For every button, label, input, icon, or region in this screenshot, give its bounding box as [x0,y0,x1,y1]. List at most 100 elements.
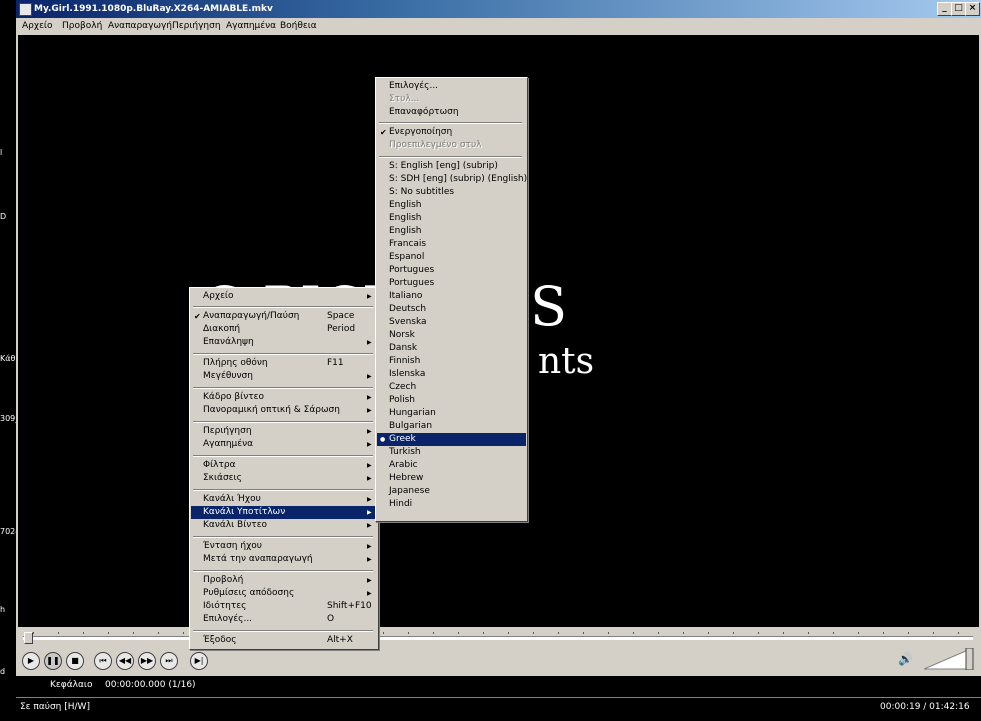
subtitle-menu-item[interactable]: Bulgarian [377,420,526,433]
play-icon[interactable]: ▶ [22,652,40,670]
context-menu-item[interactable]: Περιήγηση ▶ [191,425,377,438]
context-menu-item[interactable]: Αγαπημένα ▶ [191,438,377,451]
context-menu-item[interactable]: Έξοδος Alt+X [191,634,377,647]
context-menu-item[interactable]: ✔ Αναπαραγωγή/Παύση Space [191,310,377,323]
subtitle-menu-item[interactable]: Italiano [377,290,526,303]
context-menu-item-label: Πανοραμική οπτική & Σάρωση [203,405,340,415]
submenu-arrow-icon: ▶ [367,441,372,448]
volume-slider[interactable] [924,648,974,670]
context-menu-item[interactable]: Μετά την αναπαραγωγή ▶ [191,553,377,566]
subtitle-menu-item[interactable]: Hungarian [377,407,526,420]
subtitle-menu-item[interactable]: Polish [377,394,526,407]
pause-icon[interactable]: ❚❚ [44,652,62,670]
seek-track[interactable] [23,636,973,640]
title-bar[interactable]: My.Girl.1991.1080p.BluRay.X264-AMIABLE.m… [16,0,981,18]
subtitle-menu-item[interactable]: Επαναφόρτωση [377,106,526,119]
subtitle-menu-item[interactable]: English [377,225,526,238]
close-button[interactable]: × [965,2,980,16]
menu-file[interactable]: Αρχείο [22,21,53,31]
subtitle-menu-item[interactable]: Islenska [377,368,526,381]
subtitle-menu-item[interactable]: Norsk [377,329,526,342]
context-menu-item[interactable]: Αρχείο ▶ [191,290,377,303]
subtitle-menu-item[interactable]: Deutsch [377,303,526,316]
subtitle-menu-item[interactable]: Espanol [377,251,526,264]
context-menu-item[interactable]: Φίλτρα ▶ [191,459,377,472]
context-menu-item-shortcut: Period [327,324,356,334]
subtitle-menu-item-label: Στυλ... [389,94,420,104]
subtitle-menu-item[interactable]: Czech [377,381,526,394]
menu-view[interactable]: Προβολή [62,21,102,31]
context-menu: Αρχείο ▶ ✔ Αναπαραγωγή/Παύση Space Διακοπή Per… [189,287,379,650]
context-menu-item[interactable]: Ρυθμίσεις απόδοσης ▶ [191,587,377,600]
rewind-icon[interactable]: ◀◀ [116,652,134,670]
strip-text: h [0,605,6,614]
seek-thumb[interactable] [24,632,33,644]
time-display: 00:00:19 / 01:42:16 [880,702,970,712]
subtitle-menu-item-label: Προεπιλεγμένο στυλ [389,140,482,150]
subtitle-menu-item[interactable]: ✔ Ενεργοποίηση [377,126,526,139]
context-menu-item[interactable]: Πλήρης οθόνη F11 [191,357,377,370]
strip-text: l [0,148,3,157]
subtitle-menu-item[interactable]: English [377,199,526,212]
context-menu-item[interactable]: Ιδιότητες Shift+F10 [191,600,377,613]
app-icon[interactable] [19,3,32,16]
subtitle-menu-item[interactable]: Hebrew [377,472,526,485]
status-bar: Σε παύση [H/W] 00:00:19 / 01:42:16 [16,697,981,721]
subtitle-menu-item[interactable]: Portugues [377,264,526,277]
menu-navigate[interactable]: Περιήγηση [172,21,221,31]
subtitle-menu-item[interactable]: ● Greek [377,433,526,446]
subtitle-menu-item-label: Επαναφόρτωση [389,107,459,117]
subtitle-menu-item[interactable]: Portugues [377,277,526,290]
seek-tick [158,632,159,634]
subtitle-menu-item[interactable]: Επιλογές... [377,80,526,93]
context-menu-item-label: Σκιάσεις [203,473,242,483]
context-menu-item[interactable]: Διακοπή Period [191,323,377,336]
context-menu-item[interactable]: Επανάληψη ▶ [191,336,377,349]
volume-thumb[interactable] [965,648,974,670]
context-menu-item[interactable]: Κανάλι Ήχου ▶ [191,493,377,506]
seek-tick [808,632,809,634]
subtitle-menu-item[interactable]: Finnish [377,355,526,368]
subtitle-menu-item[interactable]: English [377,212,526,225]
next-icon[interactable]: ⏭ [160,652,178,670]
maximize-button[interactable]: □ [951,2,966,16]
minimize-button[interactable]: _ [937,2,952,16]
subtitle-menu-item-label: Portugues [389,278,435,288]
previous-icon[interactable]: ⏮ [94,652,112,670]
context-menu-item[interactable]: Επιλογές... O [191,613,377,626]
subtitle-menu-item[interactable]: Francais [377,238,526,251]
subtitle-menu-item[interactable]: Japanese [377,485,526,498]
context-menu-item-label: Πλήρης οθόνη [203,358,268,368]
context-menu-item[interactable]: Μεγέθυνση ▶ [191,370,377,383]
forward-icon[interactable]: ▶▶ [138,652,156,670]
context-menu-item[interactable]: Κανάλι Βίντεο ▶ [191,519,377,532]
subtitle-menu-item[interactable]: Hindi [377,498,526,511]
context-menu-item[interactable]: Κάδρο βίντεο ▶ [191,391,377,404]
subtitle-menu-item[interactable]: Arabic [377,459,526,472]
speaker-icon[interactable]: 🔊 [898,652,914,668]
menu-play[interactable]: Αναπαραγωγή [108,21,172,31]
context-menu-item[interactable]: Κανάλι Υποτίτλων ▶ [191,506,377,519]
subtitle-menu-item[interactable]: Svenska [377,316,526,329]
context-menu-item-label: Επανάληψη [203,337,254,347]
context-menu-item[interactable]: Σκιάσεις ▶ [191,472,377,485]
context-menu-item-label: Κανάλι Υποτίτλων [203,507,286,517]
submenu-arrow-icon: ▶ [367,577,372,584]
submenu-arrow-icon: ▶ [367,543,372,550]
seek-tick [733,632,734,634]
context-menu-item[interactable]: Προβολή ▶ [191,574,377,587]
subtitle-menu-item[interactable]: S: SDH [eng] (subrip) (English) [377,173,527,186]
subtitle-menu-item[interactable]: S: English [eng] (subrip) [377,160,526,173]
context-menu-item[interactable]: Ένταση ήχου ▶ [191,540,377,553]
menu-favorites[interactable]: Αγαπημένα [226,21,276,31]
subtitle-menu-item[interactable]: Turkish [377,446,526,459]
stop-icon[interactable]: ■ [66,652,84,670]
subtitle-menu-item[interactable]: S: No subtitles [377,186,526,199]
subtitle-menu-item[interactable]: Dansk [377,342,526,355]
context-menu-item[interactable]: Πανοραμική οπτική & Σάρωση ▶ [191,404,377,417]
menu-help[interactable]: Βοήθεια [280,21,317,31]
frame-step-icon[interactable]: ▶| [190,652,208,670]
seek-tick [783,632,784,634]
seek-bar[interactable] [19,632,975,644]
menu-separator [193,306,373,308]
